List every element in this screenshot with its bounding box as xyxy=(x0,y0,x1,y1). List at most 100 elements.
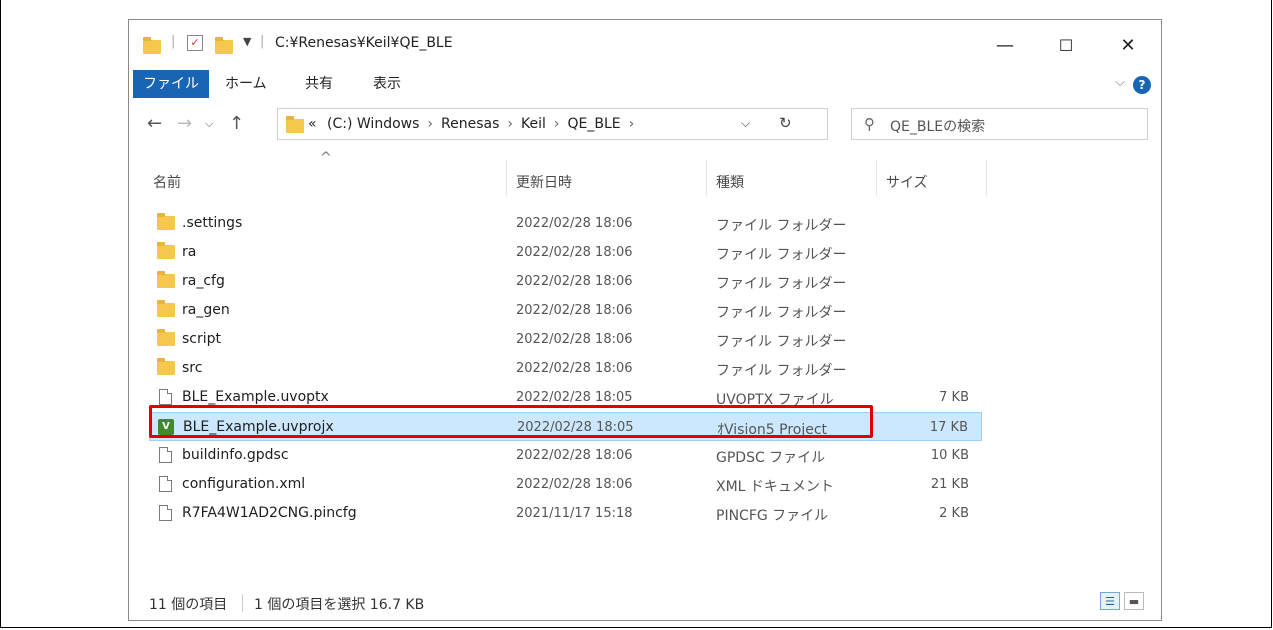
recent-locations-chevron-icon[interactable]: ⌵ xyxy=(205,117,213,131)
forward-arrow-icon[interactable]: → xyxy=(177,113,192,134)
file-type: XML ドキュメント xyxy=(716,479,834,495)
file-type: ファイル フォルダー xyxy=(716,334,847,350)
file-modified: 2022/02/28 18:06 xyxy=(516,245,633,260)
column-divider[interactable] xyxy=(876,160,877,196)
ribbon-expand-chevron-icon[interactable]: ⌵ xyxy=(1115,75,1125,90)
list-item[interactable]: BLE_Example.uvoptx 2022/02/28 18:05 UVOP… xyxy=(149,383,982,412)
breadcrumb-item[interactable]: QE_BLE xyxy=(568,116,621,132)
file-icon xyxy=(159,476,172,492)
file-name: BLE_Example.uvprojx xyxy=(183,419,334,435)
file-type: ファイル フォルダー xyxy=(716,218,847,234)
file-icon xyxy=(159,389,172,405)
file-size: 7 KB xyxy=(939,390,969,405)
breadcrumb-separator-icon: › xyxy=(553,116,560,132)
folder-icon xyxy=(157,242,175,259)
file-name: buildinfo.gpdsc xyxy=(182,447,289,463)
status-divider xyxy=(242,594,243,612)
list-item[interactable]: .settings 2022/02/28 18:06 ファイル フォルダー xyxy=(149,209,982,238)
file-name: R7FA4W1AD2CNG.pincfg xyxy=(182,505,357,521)
breadcrumb-separator-icon: › xyxy=(507,116,513,132)
file-size: 21 KB xyxy=(930,477,969,492)
tab-home[interactable]: ホーム xyxy=(217,70,275,98)
help-icon[interactable]: ? xyxy=(1133,76,1151,94)
column-divider[interactable] xyxy=(506,160,507,196)
properties-icon[interactable]: ✓ xyxy=(187,35,203,51)
list-item[interactable]: buildinfo.gpdsc 2022/02/28 18:06 GPDSC フ… xyxy=(149,441,982,470)
list-item[interactable]: script 2022/02/28 18:06 ファイル フォルダー xyxy=(149,325,982,354)
file-type: ファイル フォルダー xyxy=(716,276,847,292)
search-icon: ⚲ xyxy=(864,115,875,133)
tab-view[interactable]: 表示 xyxy=(365,70,409,98)
file-type: UVOPTX ファイル xyxy=(716,392,834,408)
list-item[interactable]: configuration.xml 2022/02/28 18:06 XML ド… xyxy=(149,470,982,499)
up-arrow-icon[interactable]: ↑ xyxy=(229,113,244,134)
tab-file[interactable]: ファイル xyxy=(133,70,209,98)
folder-icon xyxy=(157,329,175,346)
file-type: ファイル フォルダー xyxy=(716,305,847,321)
column-header-name[interactable]: 名前 xyxy=(153,172,181,192)
breadcrumb: « (C:) Windows › Renesas › Keil › QE_BLE › xyxy=(308,116,642,132)
file-type: PINCFG ファイル xyxy=(716,508,829,524)
details-view-icon[interactable]: ☰ xyxy=(1100,592,1120,610)
column-header-modified[interactable]: 更新日時 xyxy=(516,172,572,192)
file-name: src xyxy=(182,360,203,376)
toolbar-divider: | xyxy=(260,34,265,49)
file-name: ra xyxy=(182,244,197,260)
maximize-button[interactable]: ☐ xyxy=(1043,30,1089,60)
breadcrumb-separator-icon: › xyxy=(427,116,434,132)
breadcrumb-overflow[interactable]: « xyxy=(308,116,317,132)
navigation-bar: ← → ⌵ ↑ « (C:) Windows › Renesas › Keil › QE_B… xyxy=(129,104,1161,144)
refresh-icon[interactable]: ↻ xyxy=(779,114,792,132)
folder-icon xyxy=(157,300,175,317)
file-type: ファイル フォルダー xyxy=(716,363,847,379)
file-modified: 2022/02/28 18:06 xyxy=(516,332,633,347)
title-bar: | ✓ ▼ | C:¥Renesas¥Keil¥QE_BLE — ☐ ✕ xyxy=(129,20,1161,70)
search-box[interactable]: ⚲ QE_BLEの検索 xyxy=(851,108,1148,140)
search-placeholder: QE_BLEの検索 xyxy=(890,119,986,135)
uvision-icon: V xyxy=(158,419,174,435)
list-item[interactable]: ra_gen 2022/02/28 18:06 ファイル フォルダー xyxy=(149,296,982,325)
list-item-selected[interactable]: V BLE_Example.uvprojx 2022/02/28 18:05 ｵ… xyxy=(149,412,982,441)
close-button[interactable]: ✕ xyxy=(1105,30,1151,60)
breadcrumb-separator-icon: › xyxy=(628,116,635,132)
file-modified: 2022/02/28 18:06 xyxy=(516,448,633,463)
file-modified: 2021/11/17 15:18 xyxy=(516,506,633,521)
sort-ascending-icon: ^ xyxy=(320,150,332,166)
file-name: script xyxy=(182,331,222,347)
toolbar-divider: | xyxy=(171,34,176,49)
column-divider[interactable] xyxy=(706,160,707,196)
file-modified: 2022/02/28 18:05 xyxy=(516,390,633,405)
window-title: C:¥Renesas¥Keil¥QE_BLE xyxy=(275,35,453,51)
breadcrumb-item[interactable]: Renesas xyxy=(441,116,499,132)
new-folder-icon[interactable] xyxy=(215,37,233,54)
address-dropdown-icon[interactable]: ⌵ xyxy=(741,116,750,131)
large-icons-view-icon[interactable]: ▬ xyxy=(1124,592,1144,610)
column-header-type[interactable]: 種類 xyxy=(716,172,744,192)
column-header-size[interactable]: サイズ xyxy=(886,172,928,192)
back-arrow-icon[interactable]: ← xyxy=(147,113,162,134)
item-count: 11 個の項目 xyxy=(149,597,228,613)
selection-info: 1 個の項目を選択 16.7 KB xyxy=(254,597,425,613)
list-item[interactable]: src 2022/02/28 18:06 ファイル フォルダー xyxy=(149,354,982,383)
breadcrumb-item[interactable]: (C:) Windows xyxy=(327,116,419,132)
list-item[interactable]: ra 2022/02/28 18:06 ファイル フォルダー xyxy=(149,238,982,267)
file-icon xyxy=(159,505,172,521)
column-divider[interactable] xyxy=(986,160,987,196)
explorer-window: | ✓ ▼ | C:¥Renesas¥Keil¥QE_BLE — ☐ ✕ ファイ… xyxy=(128,19,1162,621)
file-name: .settings xyxy=(182,215,243,231)
file-modified: 2022/02/28 18:06 xyxy=(516,274,633,289)
file-size: 2 KB xyxy=(939,506,969,521)
list-item[interactable]: R7FA4W1AD2CNG.pincfg 2021/11/17 15:18 PI… xyxy=(149,499,982,528)
tab-share[interactable]: 共有 xyxy=(297,70,341,98)
ribbon: ファイル ホーム 共有 表示 ⌵ ? xyxy=(129,70,1161,100)
breadcrumb-item[interactable]: Keil xyxy=(521,116,546,132)
minimize-button[interactable]: — xyxy=(982,30,1028,60)
file-size: 10 KB xyxy=(930,448,969,463)
quick-access-dropdown-icon[interactable]: ▼ xyxy=(243,35,251,48)
file-modified: 2022/02/28 18:06 xyxy=(516,216,633,231)
file-type: ファイル フォルダー xyxy=(716,247,847,263)
list-item[interactable]: ra_cfg 2022/02/28 18:06 ファイル フォルダー xyxy=(149,267,982,296)
folder-icon xyxy=(157,213,175,230)
file-name: configuration.xml xyxy=(182,476,306,492)
status-bar: 11 個の項目 1 個の項目を選択 16.7 KB ☰ ▬ xyxy=(129,588,1161,620)
